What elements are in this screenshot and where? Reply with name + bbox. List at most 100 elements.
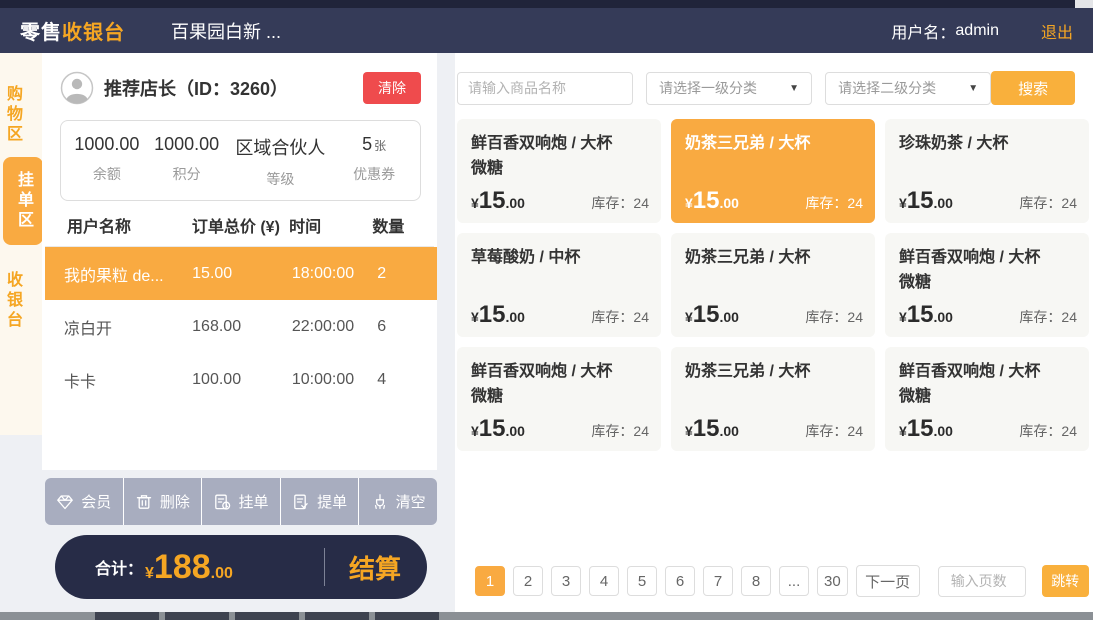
- product-card[interactable]: 鲜百香双响炮 / 大杯 微糖 ¥ 15 .00 库存：24: [885, 347, 1089, 451]
- currency-symbol: ¥: [471, 423, 479, 439]
- price-integer: 15: [693, 303, 720, 327]
- member-stats-box: 1000.00 余额 1000.00 积分 区域合伙人 等级 5张 优惠券: [60, 120, 421, 201]
- amount-decimal: .00: [211, 565, 233, 583]
- product-card[interactable]: 鲜百香双响炮 / 大杯 微糖 ¥ 15 .00 库存：24: [457, 347, 661, 451]
- page-button[interactable]: 1: [475, 566, 505, 596]
- bottom-edge-segment: [165, 612, 229, 620]
- search-button[interactable]: 搜索: [991, 71, 1075, 105]
- price-integer: 15: [693, 417, 720, 441]
- stat-coupons: 5张 优惠券: [334, 134, 414, 189]
- retrieve-order-button[interactable]: 提单: [281, 478, 360, 525]
- hold-order-button[interactable]: 挂单: [202, 478, 281, 525]
- product-name: 鲜百香双响炮 / 大杯: [899, 359, 1075, 384]
- next-page-button[interactable]: 下一页: [856, 565, 920, 597]
- page-number-input[interactable]: [938, 566, 1026, 597]
- order-time: 18:00:00: [292, 265, 377, 283]
- product-card[interactable]: 奶茶三兄弟 / 大杯 ¥ 15 .00 库存：24: [671, 347, 875, 451]
- hold-order-button-label: 挂单: [238, 491, 268, 512]
- delete-button[interactable]: 删除: [124, 478, 203, 525]
- category1-select[interactable]: 请选择一级分类 ▼: [646, 72, 812, 105]
- product-price: ¥ 15 .00: [471, 303, 525, 327]
- product-card[interactable]: 奶茶三兄弟 / 大杯 ¥ 15 .00 库存：24: [671, 233, 875, 337]
- held-order-row[interactable]: 卡卡 100.00 10:00:00 4: [45, 353, 437, 406]
- logout-link[interactable]: 退出: [1041, 19, 1073, 43]
- product-card[interactable]: 珍珠奶茶 / 大杯 ¥ 15 .00 库存：24: [885, 119, 1089, 223]
- coupons-value: 5张: [334, 134, 414, 155]
- page-button[interactable]: 3: [551, 566, 581, 596]
- product-card[interactable]: 草莓酸奶 / 中杯 ¥ 15 .00 库存：24: [457, 233, 661, 337]
- product-card[interactable]: 鲜百香双响炮 / 大杯 微糖 ¥ 15 .00 库存：24: [457, 119, 661, 223]
- product-card[interactable]: 鲜百香双响炮 / 大杯 微糖 ¥ 15 .00 库存：24: [885, 233, 1089, 337]
- coupons-label: 优惠券: [334, 164, 414, 184]
- product-name: 鲜百香双响炮 / 大杯: [899, 245, 1075, 270]
- price-integer: 15: [693, 189, 720, 213]
- product-card-footer: ¥ 15 .00 库存：24: [471, 303, 649, 327]
- product-name: 草莓酸奶 / 中杯: [471, 245, 647, 270]
- price-integer: 15: [907, 189, 934, 213]
- member-button[interactable]: 会员: [45, 478, 124, 525]
- product-price: ¥ 15 .00: [471, 417, 525, 441]
- coupons-unit: 张: [374, 139, 386, 153]
- product-card-footer: ¥ 15 .00 库存：24: [471, 189, 649, 213]
- held-order-row[interactable]: 我的果粒 de... 15.00 18:00:00 2: [45, 247, 437, 300]
- tab-cashier[interactable]: 收银台: [0, 271, 44, 331]
- page-button[interactable]: 5: [627, 566, 657, 596]
- currency-symbol: ¥: [685, 309, 693, 325]
- order-time: 22:00:00: [292, 318, 377, 336]
- product-card-footer: ¥ 15 .00 库存：24: [899, 189, 1077, 213]
- bottom-edge-segment: [305, 612, 369, 620]
- product-search-input[interactable]: [457, 72, 633, 105]
- product-card-footer: ¥ 15 .00 库存：24: [685, 417, 863, 441]
- page-button[interactable]: 4: [589, 566, 619, 596]
- gem-icon: [56, 493, 74, 511]
- clear-member-button[interactable]: 清除: [363, 72, 421, 104]
- order-quantity: 2: [377, 265, 420, 283]
- stat-level: 区域合伙人 等级: [227, 134, 335, 189]
- page-button[interactable]: 7: [703, 566, 733, 596]
- product-price: ¥ 15 .00: [899, 189, 953, 213]
- product-card-footer: ¥ 15 .00 库存：24: [899, 417, 1077, 441]
- retrieve-order-icon: [292, 493, 310, 511]
- product-filters: 请选择一级分类 ▼ 请选择二级分类 ▼ 搜索: [457, 71, 1075, 105]
- price-integer: 15: [907, 417, 934, 441]
- logo-primary: 零售: [20, 22, 62, 44]
- order-user-name: 凉白开: [64, 315, 192, 339]
- page-button[interactable]: 30: [817, 566, 848, 596]
- page-button[interactable]: 6: [665, 566, 695, 596]
- header-user-name: 用户名称: [67, 213, 192, 237]
- app-logo: 零售收银台: [20, 16, 125, 45]
- price-integer: 15: [479, 189, 506, 213]
- price-decimal: .00: [720, 195, 739, 211]
- order-user-name: 我的果粒 de...: [64, 262, 192, 286]
- header-user-area: 用户名： admin 退出: [891, 19, 1073, 43]
- clear-all-button[interactable]: 清空: [359, 478, 437, 525]
- balance-label: 余额: [67, 164, 147, 184]
- amount-integer: 188: [154, 550, 211, 584]
- category2-select[interactable]: 请选择二级分类 ▼: [825, 72, 991, 105]
- checkout-button[interactable]: 结算: [325, 549, 427, 586]
- held-order-row[interactable]: 凉白开 168.00 22:00:00 6: [45, 300, 437, 353]
- top-edge-light-segment: [1075, 0, 1093, 8]
- category2-placeholder: 请选择二级分类: [838, 78, 936, 98]
- app-header: 零售收银台 百果园白新 ... 用户名： admin 退出: [0, 8, 1093, 53]
- price-integer: 15: [479, 417, 506, 441]
- jump-button[interactable]: 跳转: [1042, 565, 1089, 597]
- order-quantity: 4: [377, 371, 420, 389]
- page-button[interactable]: 8: [741, 566, 771, 596]
- price-decimal: .00: [506, 195, 525, 211]
- currency-symbol: ¥: [899, 423, 907, 439]
- product-card[interactable]: 奶茶三兄弟 / 大杯 ¥ 15 .00 库存：24: [671, 119, 875, 223]
- price-decimal: .00: [506, 423, 525, 439]
- product-name: 鲜百香双响炮 / 大杯: [471, 359, 647, 384]
- left-tab-strip: 购物区 挂单区 收银台: [0, 53, 44, 435]
- logo-accent: 收银台: [62, 22, 125, 44]
- page-button[interactable]: 2: [513, 566, 543, 596]
- header-quantity: 数量: [372, 213, 414, 237]
- product-stock: 库存：24: [1019, 307, 1077, 327]
- product-price: ¥ 15 .00: [685, 189, 739, 213]
- tab-held-orders[interactable]: 挂单区: [3, 157, 43, 245]
- currency-symbol: ¥: [145, 565, 154, 583]
- page-button[interactable]: ...: [779, 566, 809, 596]
- tab-shopping-area[interactable]: 购物区: [0, 85, 44, 145]
- member-button-label: 会员: [81, 491, 111, 512]
